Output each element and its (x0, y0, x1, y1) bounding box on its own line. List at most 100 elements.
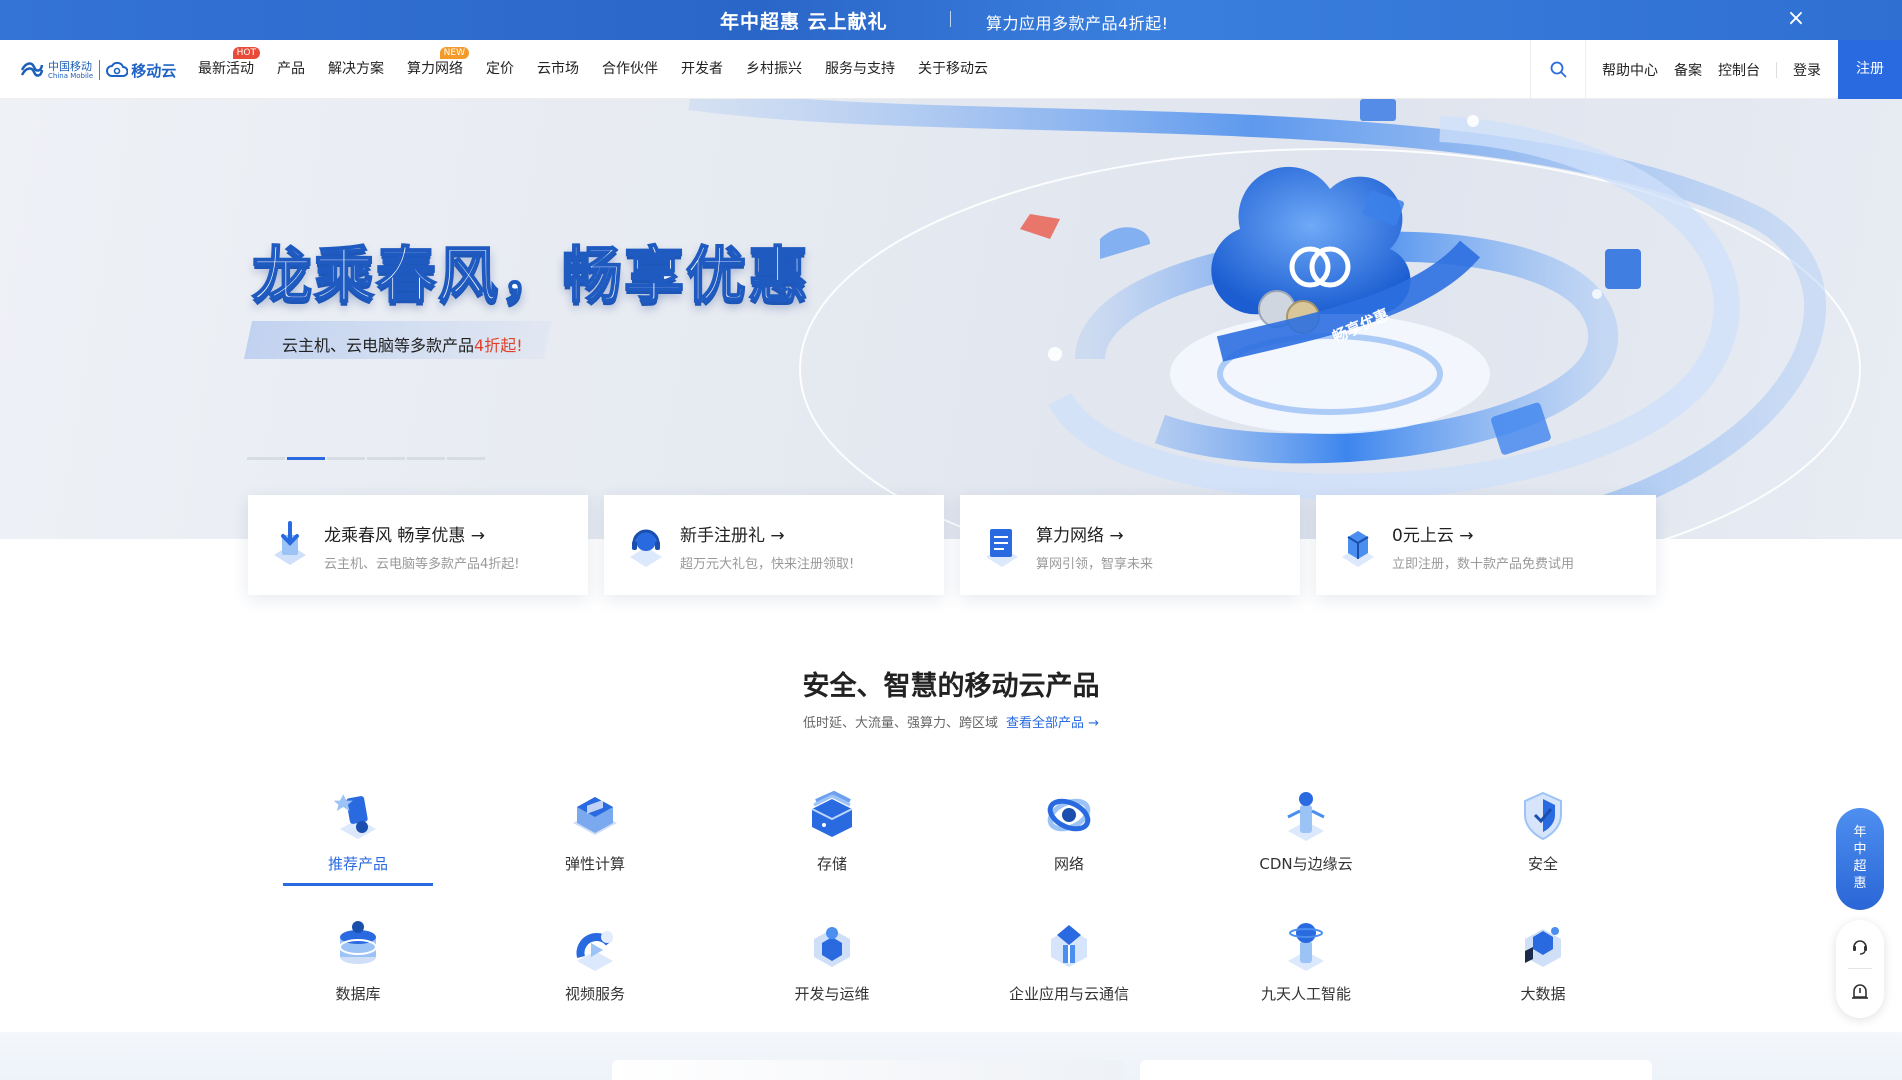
quick-card-desc: 超万元大礼包，快来注册领取! (680, 557, 855, 572)
category-security[interactable]: 安全 (1463, 787, 1623, 905)
nav-item-developers[interactable]: 开发者 (681, 40, 723, 99)
floating-tools (1836, 920, 1884, 1018)
category-label: 大数据 (1520, 985, 1566, 1003)
category-label: CDN与边缘云 (1259, 855, 1353, 873)
feedback-icon[interactable] (1850, 982, 1870, 1002)
promo-main-text: 年中超惠 云上献礼 (720, 11, 888, 33)
quick-card-desc: 算网引领，智享未来 (1036, 557, 1154, 572)
category-cdn[interactable]: CDN与边缘云 (1226, 787, 1386, 905)
quick-card-desc: 立即注册，数十款产品免费试用 (1392, 557, 1575, 572)
floating-promo-char: 惠 (1853, 876, 1867, 891)
category-label: 视频服务 (564, 985, 625, 1003)
storage-icon (811, 790, 853, 837)
logo-en-text: China Mobile (48, 71, 94, 80)
category-bigdata[interactable]: 大数据 (1463, 917, 1623, 1035)
search-icon (1550, 61, 1567, 78)
quick-card-title: 算力网络 → (1036, 526, 1124, 546)
ai-icon (1288, 923, 1324, 971)
quick-card-promo[interactable]: 龙乘春风 畅享优惠 → 云主机、云电脑等多款产品4折起! (248, 495, 588, 595)
bigdata-icon (1525, 927, 1561, 967)
carousel-dot[interactable] (367, 457, 405, 460)
hero-artwork: 畅享优惠 (688, 99, 1861, 539)
quick-card-signup[interactable]: 新手注册礼 → 超万元大礼包，快来注册领取! (604, 495, 944, 595)
category-compute[interactable]: 弹性计算 (515, 787, 675, 905)
quick-card-title: 0元上云 → (1392, 526, 1474, 546)
logo-divider (99, 60, 101, 80)
promo-banner[interactable]: 年中超惠 云上献礼 算力应用多款产品4折起! × (0, 0, 1902, 40)
category-storage[interactable]: 存储 (752, 787, 912, 905)
ecloud-logo: 移动云 (106, 60, 176, 81)
category-recommended[interactable]: 推荐产品 (278, 787, 438, 905)
nav-item-latest[interactable]: 最新活动 HOT (198, 40, 260, 99)
quick-card-title: 龙乘春风 畅享优惠 → (324, 526, 486, 546)
category-label: 网络 (1053, 855, 1084, 873)
register-button[interactable]: 注册 (1838, 40, 1902, 99)
hero-title: 龙乘春风，畅享优惠 (251, 240, 810, 312)
hero-subtitle-highlight: 4折起! (474, 336, 523, 355)
floating-promo-char: 中 (1853, 842, 1867, 857)
enterprise-icon (1051, 925, 1087, 967)
logo[interactable]: 中国移动 China Mobile 移动云 (20, 57, 176, 83)
category-label: 安全 (1527, 855, 1558, 873)
quick-card-title: 新手注册礼 → (680, 526, 785, 546)
gift-download-icon (274, 521, 306, 565)
main-menu: 最新活动 HOT 产品 解决方案 算力网络 NEW 定价 云市场 合作伙伴 开发者 … (198, 40, 1011, 99)
document-chart-icon (986, 529, 1018, 567)
category-video[interactable]: 视频服务 (515, 917, 675, 1035)
floating-promo-char: 年 (1853, 825, 1867, 840)
category-devops[interactable]: 开发与运维 (752, 917, 912, 1035)
category-label: 九天人工智能 (1260, 985, 1351, 1003)
nav-item-market[interactable]: 云市场 (537, 40, 579, 99)
console-link[interactable]: 控制台 (1718, 60, 1760, 80)
carousel-dot[interactable] (447, 457, 485, 460)
nav-item-partners[interactable]: 合作伙伴 (602, 40, 658, 99)
help-center-link[interactable]: 帮助中心 (1602, 60, 1658, 80)
recommend-icon (333, 794, 376, 839)
category-network[interactable]: 网络 (989, 787, 1149, 905)
category-label: 存储 (816, 855, 847, 873)
nav-item-rural[interactable]: 乡村振兴 (746, 40, 802, 99)
devops-icon (814, 927, 850, 967)
promo-divider (950, 11, 951, 27)
china-mobile-logo: 中国移动 China Mobile (20, 59, 93, 81)
carousel-dot[interactable] (327, 457, 365, 460)
category-enterprise[interactable]: 企业应用与云通信 (989, 917, 1149, 1035)
login-link[interactable]: 登录 (1793, 60, 1821, 80)
category-ai[interactable]: 九天人工智能 (1226, 917, 1386, 1035)
divider (1848, 968, 1872, 969)
quick-card-computing[interactable]: 算力网络 → 算网引领，智享未来 (960, 495, 1300, 595)
new-badge: NEW (439, 47, 469, 59)
cdn-icon (1287, 792, 1325, 841)
category-label: 数据库 (335, 985, 381, 1003)
customer-service-icon[interactable] (1850, 936, 1870, 956)
hero-carousel[interactable]: 畅享优惠 龙乘春风，畅享优惠 云主机、云电脑等多款产品4折起! (0, 99, 1902, 539)
divider (1776, 61, 1777, 78)
nav-item-products[interactable]: 产品 (277, 40, 305, 99)
search-button[interactable] (1530, 40, 1586, 99)
logo-cn-text: 中国移动 (48, 59, 92, 73)
hero-subtitle: 云主机、云电脑等多款产品4折起! (282, 332, 523, 356)
record-link[interactable]: 备案 (1674, 60, 1702, 80)
carousel-dot[interactable] (407, 457, 445, 460)
view-all-products-link[interactable]: 查看全部产品 → (1006, 716, 1099, 731)
network-icon (1047, 798, 1091, 832)
quick-card-desc: 云主机、云电脑等多款产品4折起! (324, 557, 520, 572)
category-label: 推荐产品 (327, 855, 388, 873)
carousel-dot-active[interactable] (287, 457, 325, 460)
next-section-preview (0, 1032, 1902, 1080)
close-icon[interactable]: × (1786, 8, 1806, 30)
carousel-dot[interactable] (247, 457, 285, 460)
nav-item-support[interactable]: 服务与支持 (825, 40, 895, 99)
floating-promo-button[interactable]: 年中超惠 (1836, 808, 1884, 910)
promo-sub-text: 算力应用多款产品4折起! (986, 14, 1169, 33)
nav-item-solutions[interactable]: 解决方案 (328, 40, 384, 99)
quick-card-free[interactable]: 0元上云 → 立即注册，数十款产品免费试用 (1316, 495, 1656, 595)
nav-item-pricing[interactable]: 定价 (486, 40, 514, 99)
nav-item-about[interactable]: 关于移动云 (918, 40, 988, 99)
floating-promo-char: 超 (1853, 859, 1867, 874)
headset-icon (630, 529, 662, 567)
carousel-indicators (247, 457, 485, 460)
category-database[interactable]: 数据库 (278, 917, 438, 1035)
nav-item-computing[interactable]: 算力网络 NEW (407, 40, 469, 99)
top-nav: 中国移动 China Mobile 移动云 最新活动 HOT 产品 解决方案 算力… (0, 40, 1902, 99)
